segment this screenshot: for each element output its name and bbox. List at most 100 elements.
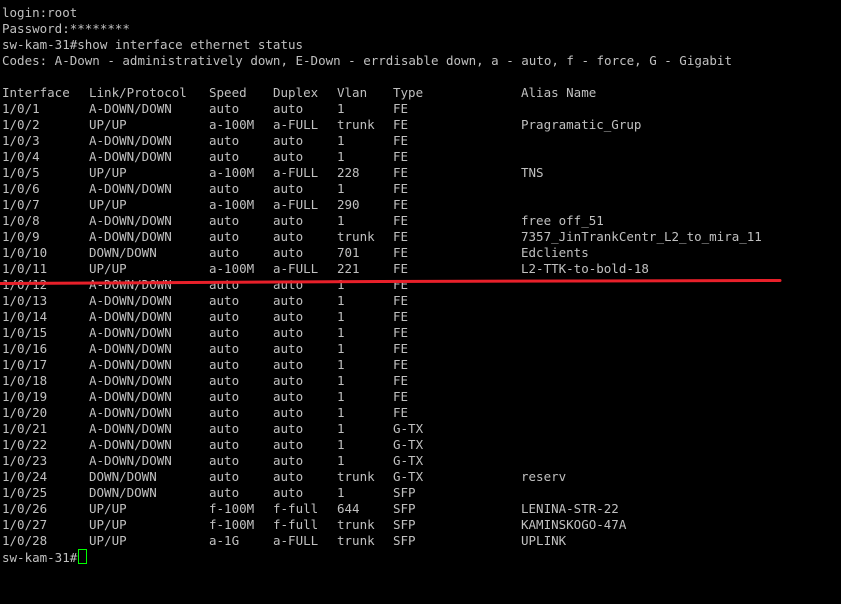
cell-link-protocol: DOWN/DOWN bbox=[89, 485, 157, 500]
cell-type: FE bbox=[393, 357, 409, 372]
cell-duplex: auto bbox=[273, 309, 304, 324]
cell-interface: 1/0/4 bbox=[2, 149, 40, 164]
cell-alias-name: UPLINK bbox=[521, 533, 567, 548]
cell-interface: 1/0/13 bbox=[2, 293, 48, 308]
cell-speed: auto bbox=[209, 181, 240, 196]
cell-type: FE bbox=[393, 309, 409, 324]
terminal-window[interactable]: login:root Password:******** sw-kam-31#s… bbox=[2, 5, 841, 601]
table-body: 1/0/1 A-DOWN/DOWN auto auto 1 FE 1/0/2 UP/UP a-1… bbox=[2, 101, 841, 549]
cell-type: FE bbox=[393, 405, 409, 420]
cell-vlan: trunk bbox=[337, 533, 375, 548]
cell-interface: 1/0/21 bbox=[2, 421, 48, 436]
table-row: 1/0/7 UP/UP a-100M a-FULL 290 FE bbox=[2, 197, 841, 213]
cell-duplex: auto bbox=[273, 229, 304, 244]
cell-interface: 1/0/17 bbox=[2, 357, 48, 372]
table-row: 1/0/1 A-DOWN/DOWN auto auto 1 FE bbox=[2, 101, 841, 117]
cell-speed: auto bbox=[209, 341, 240, 356]
table-row: 1/0/5 UP/UP a-100M a-FULL 228 FE TNS bbox=[2, 165, 841, 181]
header-vlan: Vlan bbox=[337, 85, 368, 100]
cell-duplex: f-full bbox=[273, 517, 319, 532]
table-row: 1/0/3 A-DOWN/DOWN auto auto 1 FE bbox=[2, 133, 841, 149]
cell-vlan: 644 bbox=[337, 501, 360, 516]
cell-vlan: 1 bbox=[337, 421, 345, 436]
cell-link-protocol: A-DOWN/DOWN bbox=[89, 389, 172, 404]
cell-link-protocol: A-DOWN/DOWN bbox=[89, 357, 172, 372]
table-row: 1/0/25 DOWN/DOWN auto auto 1 SFP bbox=[2, 485, 841, 501]
cell-duplex: auto bbox=[273, 213, 304, 228]
table-row: 1/0/18 A-DOWN/DOWN auto auto 1 FE bbox=[2, 373, 841, 389]
cell-speed: auto bbox=[209, 293, 240, 308]
cell-speed: auto bbox=[209, 229, 240, 244]
cell-type: G-TX bbox=[393, 453, 424, 468]
cell-speed: a-1G bbox=[209, 533, 240, 548]
prompt-line[interactable]: sw-kam-31# bbox=[2, 549, 841, 565]
cell-vlan: 1 bbox=[337, 389, 345, 404]
cell-type: FE bbox=[393, 261, 409, 276]
cell-vlan: 1 bbox=[337, 341, 345, 356]
table-row: 1/0/16 A-DOWN/DOWN auto auto 1 FE bbox=[2, 341, 841, 357]
cell-duplex: auto bbox=[273, 245, 304, 260]
cell-vlan: trunk bbox=[337, 229, 375, 244]
cell-interface: 1/0/3 bbox=[2, 133, 40, 148]
cell-vlan: 1 bbox=[337, 309, 345, 324]
cell-interface: 1/0/23 bbox=[2, 453, 48, 468]
cell-interface: 1/0/7 bbox=[2, 197, 40, 212]
cell-speed: auto bbox=[209, 405, 240, 420]
cell-link-protocol: A-DOWN/DOWN bbox=[89, 213, 172, 228]
cell-duplex: auto bbox=[273, 149, 304, 164]
cell-interface: 1/0/25 bbox=[2, 485, 48, 500]
cell-link-protocol: UP/UP bbox=[89, 261, 127, 276]
cell-interface: 1/0/1 bbox=[2, 101, 40, 116]
cell-type: SFP bbox=[393, 533, 416, 548]
cell-alias-name: L2-TTK-to-bold-18 bbox=[521, 261, 649, 276]
cell-link-protocol: A-DOWN/DOWN bbox=[89, 293, 172, 308]
cell-link-protocol: A-DOWN/DOWN bbox=[89, 405, 172, 420]
cell-interface: 1/0/16 bbox=[2, 341, 48, 356]
cell-type: FE bbox=[393, 389, 409, 404]
cell-type: FE bbox=[393, 277, 409, 292]
cell-interface: 1/0/10 bbox=[2, 245, 48, 260]
cell-link-protocol: A-DOWN/DOWN bbox=[89, 421, 172, 436]
cell-link-protocol: A-DOWN/DOWN bbox=[89, 325, 172, 340]
cell-vlan: 290 bbox=[337, 197, 360, 212]
table-row: 1/0/9 A-DOWN/DOWN auto auto trunk FE 7357_JinT… bbox=[2, 229, 841, 245]
cell-duplex: auto bbox=[273, 437, 304, 452]
cell-vlan: 1 bbox=[337, 181, 345, 196]
command-line: sw-kam-31#show interface ethernet status bbox=[2, 37, 304, 52]
cell-interface: 1/0/24 bbox=[2, 469, 48, 484]
password-line: Password:******** bbox=[2, 21, 130, 36]
cell-type: FE bbox=[393, 373, 409, 388]
table-row: 1/0/13 A-DOWN/DOWN auto auto 1 FE bbox=[2, 293, 841, 309]
cell-vlan: 1 bbox=[337, 277, 345, 292]
cell-duplex: a-FULL bbox=[273, 261, 319, 276]
cell-duplex: auto bbox=[273, 101, 304, 116]
cell-speed: a-100M bbox=[209, 261, 255, 276]
cell-speed: auto bbox=[209, 133, 240, 148]
cell-link-protocol: A-DOWN/DOWN bbox=[89, 149, 172, 164]
cell-vlan: 701 bbox=[337, 245, 360, 260]
header-alias-name: Alias Name bbox=[521, 85, 597, 100]
cell-alias-name: free off_51 bbox=[521, 213, 604, 228]
cell-type: FE bbox=[393, 341, 409, 356]
cell-vlan: trunk bbox=[337, 469, 375, 484]
header-type: Type bbox=[393, 85, 424, 100]
cell-interface: 1/0/12 bbox=[2, 277, 48, 292]
cell-speed: auto bbox=[209, 149, 240, 164]
cell-alias-name: KAMINSKOGO-47A bbox=[521, 517, 627, 532]
cell-interface: 1/0/19 bbox=[2, 389, 48, 404]
cell-speed: auto bbox=[209, 469, 240, 484]
table-row: 1/0/23 A-DOWN/DOWN auto auto 1 G-TX bbox=[2, 453, 841, 469]
cell-interface: 1/0/22 bbox=[2, 437, 48, 452]
table-row: 1/0/24 DOWN/DOWN auto auto trunk G-TX reserv bbox=[2, 469, 841, 485]
cell-speed: auto bbox=[209, 453, 240, 468]
cell-link-protocol: UP/UP bbox=[89, 197, 127, 212]
cell-vlan: 1 bbox=[337, 101, 345, 116]
table-row: 1/0/19 A-DOWN/DOWN auto auto 1 FE bbox=[2, 389, 841, 405]
cell-interface: 1/0/28 bbox=[2, 533, 48, 548]
cell-alias-name: 7357_JinTrankCentr_L2_to_mira_11 bbox=[521, 229, 762, 244]
cell-vlan: 221 bbox=[337, 261, 360, 276]
cell-speed: f-100M bbox=[209, 517, 255, 532]
cell-interface: 1/0/27 bbox=[2, 517, 48, 532]
table-row: 1/0/2 UP/UP a-100M a-FULL trunk FE Pragramatic… bbox=[2, 117, 841, 133]
cell-speed: auto bbox=[209, 357, 240, 372]
